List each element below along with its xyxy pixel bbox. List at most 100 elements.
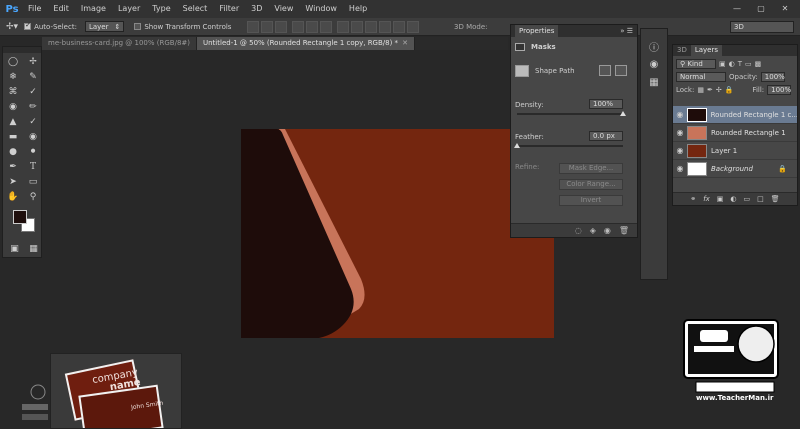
move-tool-icon[interactable]: ✢▾ bbox=[6, 22, 18, 32]
add-pixel-mask-icon[interactable] bbox=[599, 65, 611, 76]
quick-mask-icon[interactable]: ▣ bbox=[7, 242, 22, 256]
density-slider-thumb[interactable] bbox=[620, 111, 626, 116]
layer-row-rounded-rect[interactable]: ◉ Rounded Rectangle 1 bbox=[673, 124, 797, 142]
close-icon[interactable]: ✕ bbox=[778, 2, 792, 14]
align-right-icon[interactable] bbox=[320, 20, 333, 33]
close-icon[interactable]: ✕ bbox=[402, 39, 408, 47]
history-brush-icon[interactable]: ✓ bbox=[24, 115, 42, 129]
healing-brush-icon[interactable]: ◉ bbox=[4, 100, 22, 114]
filter-adjust-icon[interactable]: ◐ bbox=[729, 60, 735, 68]
apply-mask-icon[interactable]: ◈ bbox=[590, 226, 596, 235]
restore-icon[interactable]: ▢ bbox=[754, 2, 768, 14]
path-select-icon[interactable]: ➤ bbox=[4, 175, 22, 189]
layer-row-rounded-rect-copy[interactable]: ◉ Rounded Rectangle 1 c... bbox=[673, 106, 797, 124]
mask-edge-button[interactable]: Mask Edge... bbox=[559, 163, 623, 174]
paint-bucket-icon[interactable]: ◉ bbox=[24, 130, 42, 144]
density-field[interactable]: 100% bbox=[589, 99, 623, 109]
distribute-bottom-icon[interactable] bbox=[365, 20, 378, 33]
workspace-dropdown[interactable]: 3D bbox=[730, 21, 794, 33]
align-left-icon[interactable] bbox=[292, 20, 305, 33]
lock-all-icon[interactable]: 🔒 bbox=[725, 86, 734, 94]
menu-filter[interactable]: Filter bbox=[213, 0, 245, 18]
feather-field[interactable]: 0.0 px bbox=[589, 131, 623, 141]
auto-select-dropdown[interactable]: Layer ⇕ bbox=[84, 21, 125, 32]
distribute-center-icon[interactable] bbox=[393, 20, 406, 33]
auto-select-checkbox[interactable]: Auto-Select: bbox=[24, 23, 77, 31]
brush-tool-icon[interactable]: ✏ bbox=[24, 100, 42, 114]
menu-image[interactable]: Image bbox=[75, 0, 112, 18]
density-slider[interactable] bbox=[517, 113, 623, 115]
distribute-top-icon[interactable] bbox=[337, 20, 350, 33]
lasso-tool-icon[interactable]: ❄ bbox=[4, 70, 22, 84]
distribute-right-icon[interactable] bbox=[407, 20, 420, 33]
distribute-middle-icon[interactable] bbox=[351, 20, 364, 33]
properties-title[interactable]: Properties bbox=[515, 25, 559, 37]
trash-icon[interactable]: 🗑 bbox=[771, 195, 780, 203]
blend-mode-dropdown[interactable]: Normal bbox=[676, 72, 726, 82]
menu-help[interactable]: Help bbox=[343, 0, 373, 18]
menu-3d[interactable]: 3D bbox=[245, 0, 268, 18]
tab-business-card[interactable]: me-business-card.jpg @ 100% (RGB/8#) bbox=[42, 37, 197, 50]
type-tool-icon[interactable]: T bbox=[24, 160, 42, 174]
adjustment-icon[interactable]: ◐ bbox=[730, 195, 736, 203]
pen-tool-icon[interactable]: ✒ bbox=[4, 160, 22, 174]
hand-tool-icon[interactable]: ✋ bbox=[4, 190, 22, 204]
filter-kind-dropdown[interactable]: ⚲ Kind bbox=[676, 59, 716, 69]
menu-layer[interactable]: Layer bbox=[112, 0, 146, 18]
visibility-eye-icon[interactable]: ◉ bbox=[604, 226, 611, 235]
visibility-eye-icon[interactable]: ◉ bbox=[673, 164, 687, 173]
zoom-tool-icon[interactable]: ⚲ bbox=[24, 190, 42, 204]
filter-type-icon[interactable]: T bbox=[738, 60, 742, 68]
crop-tool-icon[interactable]: ⌘ bbox=[4, 85, 22, 99]
align-top-icon[interactable] bbox=[247, 20, 260, 33]
distribute-left-icon[interactable] bbox=[379, 20, 392, 33]
menu-view[interactable]: View bbox=[268, 0, 299, 18]
trash-icon[interactable]: 🗑 bbox=[619, 226, 629, 235]
visibility-eye-icon[interactable]: ◉ bbox=[673, 146, 687, 155]
swatches-grid-icon[interactable]: ▦ bbox=[646, 75, 662, 89]
visibility-eye-icon[interactable]: ◉ bbox=[673, 128, 687, 137]
folder-icon[interactable]: ▭ bbox=[744, 195, 751, 203]
align-middle-icon[interactable] bbox=[261, 20, 274, 33]
new-layer-icon[interactable]: □ bbox=[757, 195, 764, 203]
move-tool-icon[interactable]: ✢ bbox=[24, 55, 42, 69]
layer-row-background[interactable]: ◉ Background 🔒 bbox=[673, 160, 797, 178]
rectangle-tool-icon[interactable]: ▭ bbox=[24, 175, 42, 189]
lock-transparent-icon[interactable]: ▦ bbox=[697, 86, 704, 94]
info-icon[interactable]: ⓘ bbox=[646, 39, 662, 54]
lock-pixels-icon[interactable]: ✒ bbox=[707, 86, 713, 94]
eyedropper-tool-icon[interactable]: ✓ bbox=[24, 85, 42, 99]
link-icon[interactable]: ⚭ bbox=[690, 195, 696, 203]
invert-button[interactable]: Invert bbox=[559, 195, 623, 206]
tab-layers[interactable]: Layers bbox=[690, 45, 723, 56]
layer-row-layer-1[interactable]: ◉ Layer 1 bbox=[673, 142, 797, 160]
dodge-tool-icon[interactable]: ⚫ bbox=[24, 145, 42, 159]
panel-menu-icon[interactable]: » ☰ bbox=[620, 27, 633, 35]
tab-3d[interactable]: 3D bbox=[673, 45, 691, 56]
screen-mode-icon[interactable]: ▦ bbox=[26, 242, 41, 256]
menu-edit[interactable]: Edit bbox=[47, 0, 75, 18]
menu-window[interactable]: Window bbox=[299, 0, 343, 18]
align-center-icon[interactable] bbox=[306, 20, 319, 33]
filter-pixel-icon[interactable]: ▣ bbox=[719, 60, 726, 68]
menu-select[interactable]: Select bbox=[177, 0, 214, 18]
document-canvas[interactable] bbox=[241, 129, 554, 338]
fill-field[interactable]: 100% bbox=[767, 85, 791, 95]
show-transform-checkbox[interactable]: Show Transform Controls bbox=[134, 23, 231, 31]
filter-smart-icon[interactable]: ▩ bbox=[755, 60, 762, 68]
align-bottom-icon[interactable] bbox=[275, 20, 288, 33]
feather-slider-thumb[interactable] bbox=[514, 143, 520, 148]
clone-stamp-icon[interactable]: ▲ bbox=[4, 115, 22, 129]
minimize-icon[interactable]: — bbox=[730, 2, 744, 14]
feather-slider[interactable] bbox=[517, 145, 623, 147]
quick-select-tool-icon[interactable]: ✎ bbox=[24, 70, 42, 84]
visibility-eye-icon[interactable]: ◉ bbox=[673, 110, 687, 119]
blur-tool-icon[interactable]: ● bbox=[4, 145, 22, 159]
filter-shape-icon[interactable]: ▭ bbox=[745, 60, 752, 68]
marquee-tool-icon[interactable]: ◯ bbox=[4, 55, 22, 69]
opacity-field[interactable]: 100% bbox=[760, 72, 785, 82]
foreground-color-swatch[interactable] bbox=[13, 210, 27, 224]
lock-position-icon[interactable]: ✢ bbox=[716, 86, 722, 94]
menu-type[interactable]: Type bbox=[146, 0, 176, 18]
fx-icon[interactable]: fx bbox=[703, 195, 710, 203]
